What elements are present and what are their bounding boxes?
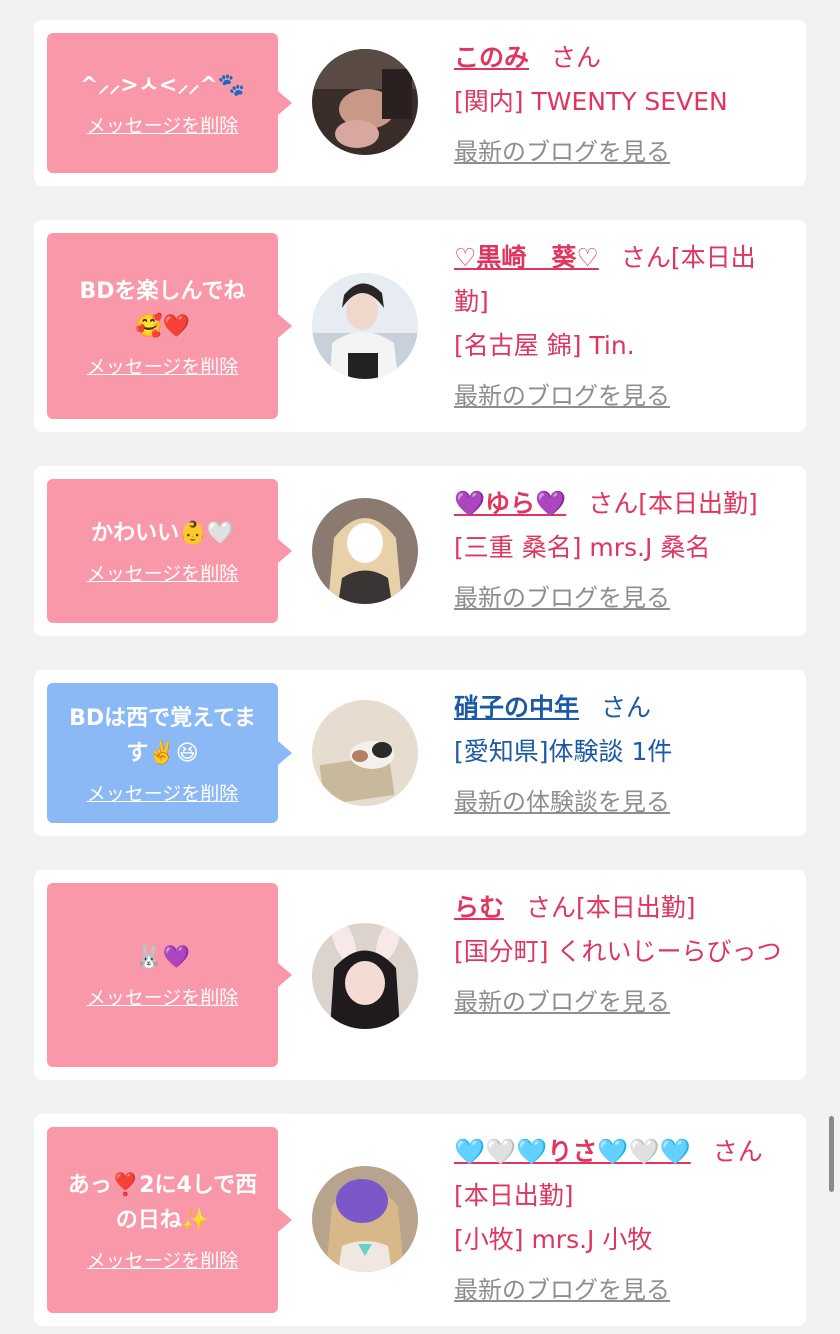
avatar[interactable] xyxy=(312,498,418,604)
user-info: らむ さん[本日出勤] [国分町] くれいじーらびっつ 最新のブログを見る xyxy=(454,886,790,1024)
avatar[interactable] xyxy=(312,700,418,806)
list-item: 🐰💜 メッセージを削除 らむ さん[本日出勤] [国分町] くれいじーらびっつ 最… xyxy=(34,870,806,1080)
message-bubble: BDは西で覚えてます✌️😆 メッセージを削除 xyxy=(47,683,292,823)
honorific: さん xyxy=(620,243,671,272)
user-name-link[interactable]: 硝子の中年 xyxy=(454,693,579,722)
delete-message-link[interactable]: メッセージを削除 xyxy=(87,559,239,586)
on-duty-status: [本日出勤] xyxy=(638,489,758,518)
latest-blog-link[interactable]: 最新のブログを見る xyxy=(454,130,790,174)
list-item: あっ❣️2に4しで西の日ね✨ メッセージを削除 🩵🤍🩵りさ🩵🤍🩵 さん [本日出勤]… xyxy=(34,1114,806,1326)
user-info: このみ さん [関内] TWENTY SEVEN 最新のブログを見る xyxy=(454,36,790,174)
list-item: BDは西で覚えてます✌️😆 メッセージを削除 硝子の中年 さん [愛知県]体験談 … xyxy=(34,670,806,836)
on-duty-status: [本日出勤] xyxy=(576,893,696,922)
delete-message-link[interactable]: メッセージを削除 xyxy=(87,352,239,379)
latest-blog-link[interactable]: 最新のブログを見る xyxy=(454,1268,790,1312)
user-info: 💜ゆら💜 さん[本日出勤] [三重 桑名] mrs.J 桑名 最新のブログを見る xyxy=(454,482,790,620)
list-item: ^⸝⸝>ㅅ<⸝⸝^🐾 メッセージを削除 このみ さん [関内] TWENTY SE… xyxy=(34,20,806,186)
honorific: さん xyxy=(526,893,577,922)
user-info: 🩵🤍🩵りさ🩵🤍🩵 さん [本日出勤] [小牧] mrs.J 小牧 最新のブログを見る xyxy=(454,1130,790,1312)
user-info: 硝子の中年 さん [愛知県]体験談 1件 最新の体験談を見る xyxy=(454,686,790,824)
message-bubble: 🐰💜 メッセージを削除 xyxy=(47,883,292,1067)
message-text: かわいい👶🤍 xyxy=(91,521,234,546)
review-count: [愛知県]体験談 1件 xyxy=(454,737,673,766)
user-name-link[interactable]: このみ xyxy=(454,43,529,72)
user-name-link[interactable]: ♡黒崎 葵♡ xyxy=(454,243,599,272)
user-name-link[interactable]: 🩵🤍🩵りさ🩵🤍🩵 xyxy=(454,1137,691,1166)
shop-name: [三重 桑名] mrs.J 桑名 xyxy=(454,533,711,562)
shop-name: [関内] TWENTY SEVEN xyxy=(454,87,728,116)
honorific: さん xyxy=(551,43,602,72)
delete-message-link[interactable]: メッセージを削除 xyxy=(87,779,239,806)
shop-name: [小牧] mrs.J 小牧 xyxy=(454,1225,653,1254)
message-text: BDを楽しんでね🥰❤️ xyxy=(79,278,246,339)
list-item: かわいい👶🤍 メッセージを削除 💜ゆら💜 さん[本日出勤] [三重 桑名] mrs… xyxy=(34,466,806,636)
message-text: BDは西で覚えてます✌️😆 xyxy=(69,705,256,766)
message-text: あっ❣️2に4しで西の日ね✨ xyxy=(67,1172,258,1233)
delete-message-link[interactable]: メッセージを削除 xyxy=(87,983,239,1010)
honorific: さん xyxy=(712,1137,763,1166)
user-name-link[interactable]: らむ xyxy=(454,893,504,922)
user-info: ♡黒崎 葵♡ さん[本日出勤] [名古屋 錦] Tin. 最新のブログを見る xyxy=(454,236,790,418)
scrollbar[interactable] xyxy=(829,1116,834,1192)
message-bubble: かわいい👶🤍 メッセージを削除 xyxy=(47,479,292,623)
user-name-link[interactable]: 💜ゆら💜 xyxy=(454,489,566,518)
avatar[interactable] xyxy=(312,923,418,1029)
latest-review-link[interactable]: 最新の体験談を見る xyxy=(454,780,790,824)
avatar[interactable] xyxy=(312,1166,418,1272)
message-bubble: あっ❣️2に4しで西の日ね✨ メッセージを削除 xyxy=(47,1127,292,1313)
shop-name: [国分町] くれいじーらびっつ xyxy=(454,937,782,966)
honorific: さん xyxy=(588,489,639,518)
list-item: BDを楽しんでね🥰❤️ メッセージを削除 ♡黒崎 葵♡ さん[本日出勤] [名古屋… xyxy=(34,220,806,432)
message-bubble: BDを楽しんでね🥰❤️ メッセージを削除 xyxy=(47,233,292,419)
avatar[interactable] xyxy=(312,49,418,155)
message-text: ^⸝⸝>ㅅ<⸝⸝^🐾 xyxy=(79,73,246,98)
shop-name: [名古屋 錦] Tin. xyxy=(454,331,635,360)
delete-message-link[interactable]: メッセージを削除 xyxy=(87,1246,239,1273)
delete-message-link[interactable]: メッセージを削除 xyxy=(87,111,239,138)
latest-blog-link[interactable]: 最新のブログを見る xyxy=(454,374,790,418)
latest-blog-link[interactable]: 最新のブログを見る xyxy=(454,576,790,620)
honorific: さん xyxy=(601,693,652,722)
on-duty-status: [本日出勤] xyxy=(454,1181,574,1210)
message-text: 🐰💜 xyxy=(135,945,190,970)
avatar[interactable] xyxy=(312,273,418,379)
message-bubble: ^⸝⸝>ㅅ<⸝⸝^🐾 メッセージを削除 xyxy=(47,33,292,173)
latest-blog-link[interactable]: 最新のブログを見る xyxy=(454,980,790,1024)
